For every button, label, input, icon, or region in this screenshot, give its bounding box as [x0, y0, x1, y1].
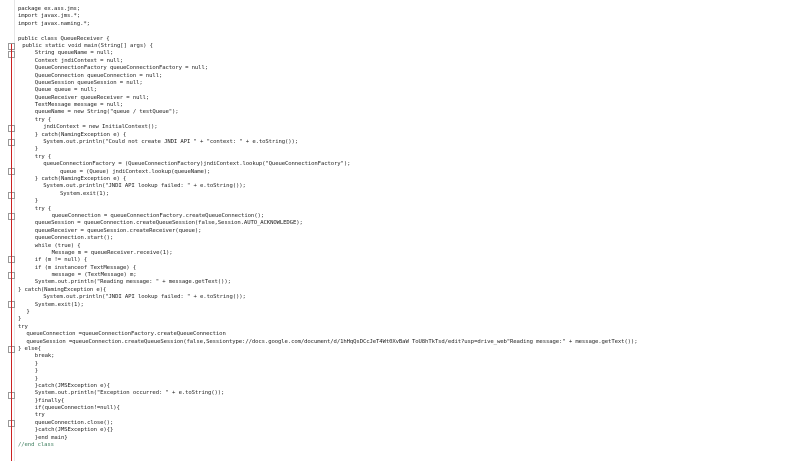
code-line[interactable]: }: [18, 146, 800, 153]
code-line[interactable]: Queue queue = null;: [18, 87, 800, 94]
code-line[interactable]: jndiContext = new InitialContext();: [18, 124, 800, 131]
code-line[interactable]: //end class: [18, 442, 800, 449]
code-line[interactable]: if (m != null) {: [18, 257, 800, 264]
code-line[interactable]: }: [18, 316, 800, 323]
code-line[interactable]: queueConnection.start();: [18, 235, 800, 242]
code-line[interactable]: queueConnection =queueConnectionFactory.…: [18, 331, 800, 338]
code-line[interactable]: package ex.ass.jms;: [18, 6, 800, 13]
code-line[interactable]: message = (TextMessage) m;: [18, 272, 800, 279]
code-line[interactable]: }: [18, 309, 800, 316]
code-line[interactable]: Message m = queueReceiver.receive(1);: [18, 250, 800, 257]
code-line[interactable]: } catch(NamingException e){: [18, 287, 800, 294]
code-line[interactable]: } catch(NamingException e) {: [18, 176, 800, 183]
code-line[interactable]: TextMessage message = null;: [18, 102, 800, 109]
code-line[interactable]: QueueSession queueSession = null;: [18, 80, 800, 87]
code-line[interactable]: if(queueConnection!=null){: [18, 405, 800, 412]
code-line[interactable]: QueueReceiver queueReceiver = null;: [18, 95, 800, 102]
code-line[interactable]: queueSession = queueConnection.createQue…: [18, 220, 800, 227]
code-line[interactable]: QueueConnectionFactory queueConnectionFa…: [18, 65, 800, 72]
code-line[interactable]: public class QueueReceiver {: [18, 36, 800, 43]
code-line[interactable]: System.out.println("Reading message: " +…: [18, 279, 800, 286]
code-line[interactable]: queueConnectionFactory = (QueueConnectio…: [18, 161, 800, 168]
code-line[interactable]: System.out.println("JNDI API lookup fail…: [18, 294, 800, 301]
code-line[interactable]: String queueName = null;: [18, 50, 800, 57]
code-line[interactable]: import javax.naming.*;: [18, 21, 800, 28]
code-line[interactable]: System.exit(1);: [18, 191, 800, 198]
code-line[interactable]: }: [18, 376, 800, 383]
code-line[interactable]: } catch(NamingException e) {: [18, 132, 800, 139]
code-line[interactable]: while (true) {: [18, 243, 800, 250]
code-line[interactable]: }end main}: [18, 435, 800, 442]
code-line[interactable]: [18, 28, 800, 35]
code-line[interactable]: try: [18, 412, 800, 419]
code-line[interactable]: }: [18, 198, 800, 205]
code-line[interactable]: }: [18, 361, 800, 368]
code-line[interactable]: queue = (Queue) jndiContext.lookup(queue…: [18, 169, 800, 176]
code-line[interactable]: Context jndiContext = null;: [18, 58, 800, 65]
code-line[interactable]: }catch(JMSException e){}: [18, 427, 800, 434]
code-line[interactable]: queueSession =queueConnection.createQueu…: [18, 339, 800, 346]
code-line[interactable]: queueName = new String("queue / testQueu…: [18, 109, 800, 116]
code-line[interactable]: public static void main(String[] args) {: [18, 43, 800, 50]
code-line[interactable]: }finally{: [18, 398, 800, 405]
code-line[interactable]: try {: [18, 206, 800, 213]
code-editor[interactable]: package ex.ass.jms; import javax.jms.*; im…: [0, 0, 800, 461]
code-line[interactable]: }: [18, 368, 800, 375]
change-ruler: [11, 44, 12, 461]
code-lines[interactable]: package ex.ass.jms; import javax.jms.*; im…: [18, 6, 800, 449]
code-line[interactable]: queueReceiver = queueSession.createRecei…: [18, 228, 800, 235]
code-line[interactable]: System.exit(1);: [18, 302, 800, 309]
code-line[interactable]: break;: [18, 353, 800, 360]
code-line[interactable]: queueConnection.close();: [18, 420, 800, 427]
code-line[interactable]: }catch(JMSException e){: [18, 383, 800, 390]
code-line[interactable]: System.out.println("Exception occurred: …: [18, 390, 800, 397]
code-line[interactable]: QueueConnection queueConnection = null;: [18, 73, 800, 80]
code-line[interactable]: queueConnection = queueConnectionFactory…: [18, 213, 800, 220]
code-line[interactable]: try {: [18, 154, 800, 161]
code-line[interactable]: System.out.println("Could not create JND…: [18, 139, 800, 146]
code-line[interactable]: import javax.jms.*;: [18, 13, 800, 20]
code-line[interactable]: if (m instanceof TextMessage) {: [18, 265, 800, 272]
code-line[interactable]: try {: [18, 117, 800, 124]
code-line[interactable]: try: [18, 324, 800, 331]
editor-gutter: [0, 0, 15, 461]
code-line[interactable]: System.out.println("JNDI API lookup fail…: [18, 183, 800, 190]
code-line[interactable]: } else{: [18, 346, 800, 353]
